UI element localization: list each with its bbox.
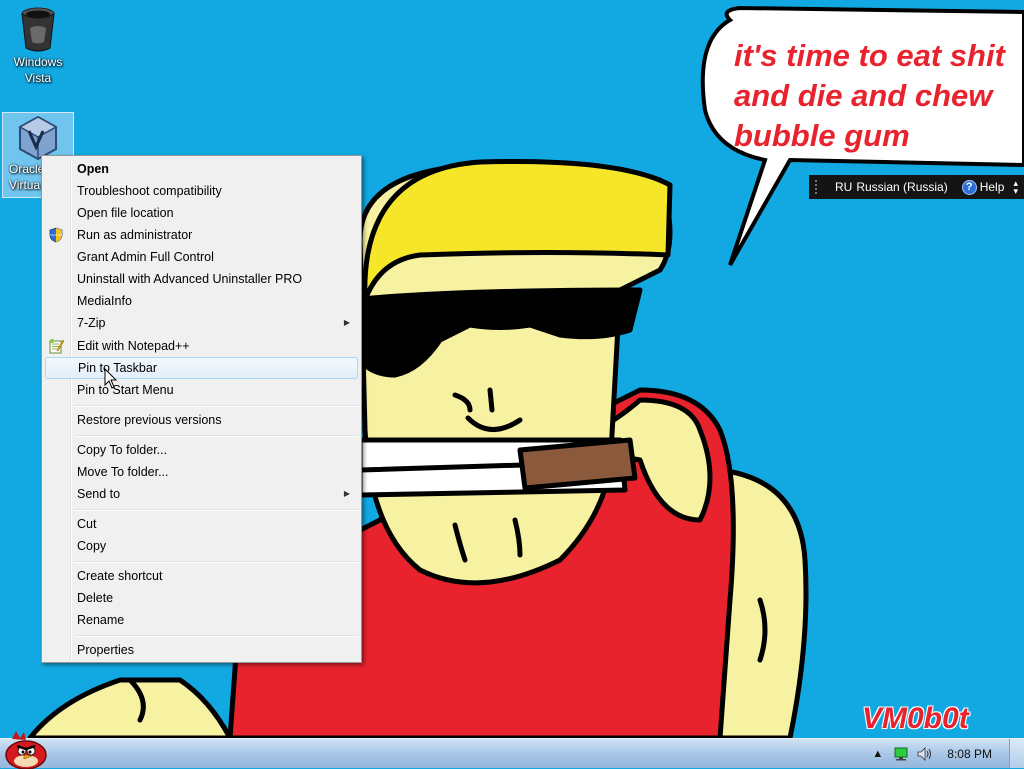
menu-item-mediainfo[interactable]: MediaInfo <box>45 290 358 312</box>
wallpaper-signature: VM0b0t <box>862 702 969 735</box>
menu-item-pin-to-start-menu[interactable]: Pin to Start Menu <box>45 379 358 401</box>
menu-item-copy-to-folder[interactable]: Copy To folder... <box>45 439 358 461</box>
context-menu: Open Troubleshoot compatibility Open fil… <box>41 155 362 663</box>
show-desktop-button[interactable] <box>1009 739 1024 768</box>
menu-item-open[interactable]: Open <box>45 158 358 180</box>
mouse-cursor-icon <box>104 368 118 389</box>
menu-item-send-to[interactable]: Send to ▶ <box>45 483 358 505</box>
menu-item-cut[interactable]: Cut <box>45 513 358 535</box>
speech-line-3: bubble gum <box>734 118 910 153</box>
language-name[interactable]: Russian (Russia) <box>856 180 947 194</box>
volume-icon[interactable] <box>917 746 935 761</box>
menu-item-pin-to-taskbar[interactable]: Pin to Taskbar <box>45 357 358 379</box>
menu-item-uninstall-advanced-uninstaller[interactable]: Uninstall with Advanced Uninstaller PRO <box>45 268 358 290</box>
language-bar[interactable]: RU Russian (Russia) ? Help ▴ ▾ <box>809 175 1024 199</box>
menu-item-label: Edit with Notepad++ <box>77 339 190 353</box>
menu-item-edit-with-notepad-plus-plus[interactable]: Edit with Notepad++ <box>45 335 358 357</box>
taskbar-clock[interactable]: 8:08 PM <box>947 747 992 761</box>
language-code[interactable]: RU <box>835 180 852 194</box>
start-button-angry-bird-icon[interactable] <box>2 731 50 769</box>
menu-item-restore-previous-versions[interactable]: Restore previous versions <box>45 409 358 431</box>
menu-separator <box>75 509 358 511</box>
menu-separator <box>75 561 358 563</box>
menu-item-troubleshoot-compatibility[interactable]: Troubleshoot compatibility <box>45 180 358 202</box>
menu-item-open-file-location[interactable]: Open file location <box>45 202 358 224</box>
speech-line-2: and die and chew <box>734 78 993 113</box>
submenu-arrow-icon: ▶ <box>343 489 350 498</box>
wallpaper-speech-text: it's time to eat shit and die and chew b… <box>734 36 1005 156</box>
language-bar-grip[interactable] <box>815 180 827 194</box>
menu-item-run-as-administrator[interactable]: Run as administrator <box>45 224 358 246</box>
desktop-icon-windows-vista[interactable]: Windows Vista <box>2 4 74 86</box>
menu-item-label: Run as administrator <box>77 228 193 242</box>
submenu-arrow-icon: ▶ <box>343 318 350 327</box>
language-bar-help-button[interactable]: ? Help <box>961 179 1005 195</box>
menu-item-label: Send to <box>77 487 121 501</box>
speech-line-1: it's time to eat shit <box>734 38 1005 73</box>
show-hidden-icons-arrow-icon[interactable]: ▲ <box>872 748 883 760</box>
taskbar: ▲ 8:08 PM <box>0 731 1024 769</box>
desktop-icon-label: Vista <box>24 71 52 85</box>
menu-item-rename[interactable]: Rename <box>45 609 358 631</box>
notepad-plus-plus-icon <box>49 339 64 354</box>
help-label: Help <box>979 180 1005 194</box>
menu-item-7zip[interactable]: 7-Zip ▶ <box>45 312 358 334</box>
menu-item-copy[interactable]: Copy <box>45 535 358 557</box>
uac-shield-icon <box>49 227 63 243</box>
menu-item-grant-admin-full-control[interactable]: Grant Admin Full Control <box>45 246 358 268</box>
network-icon[interactable] <box>893 747 909 761</box>
menu-item-delete[interactable]: Delete <box>45 587 358 609</box>
menu-separator <box>75 405 358 407</box>
help-icon: ? <box>961 179 977 195</box>
menu-item-label: 7-Zip <box>77 316 106 330</box>
menu-item-create-shortcut[interactable]: Create shortcut <box>45 565 358 587</box>
system-tray: ▲ 8:08 PM <box>872 739 1024 768</box>
menu-item-properties[interactable]: Properties <box>45 639 358 661</box>
trash-bin-icon <box>21 7 55 52</box>
desktop-icon-label: Windows <box>13 55 63 69</box>
language-bar-options-icon[interactable]: ▴ ▾ <box>1013 179 1018 196</box>
menu-item-move-to-folder[interactable]: Move To folder... <box>45 461 358 483</box>
menu-separator <box>75 435 358 437</box>
menu-separator <box>75 635 358 637</box>
